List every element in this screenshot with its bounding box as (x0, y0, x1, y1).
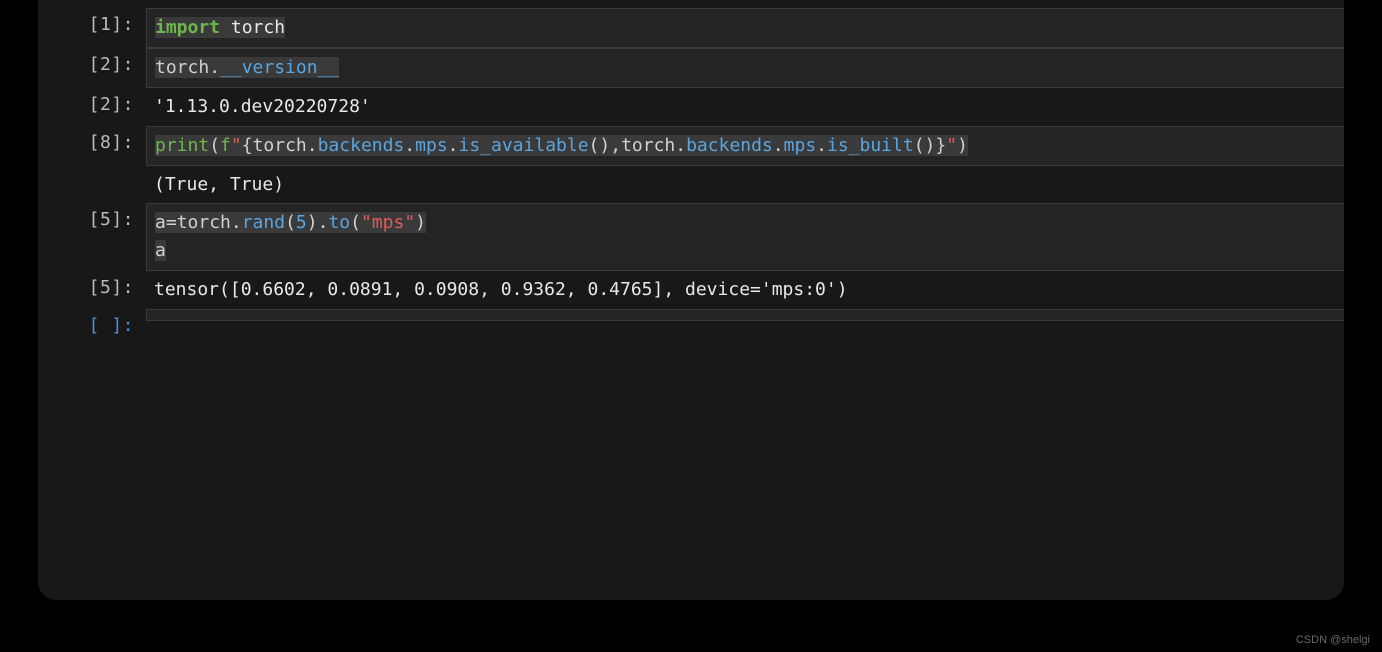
code-token: . (773, 135, 784, 156)
execute-result: tensor([0.6602, 0.0891, 0.0908, 0.9362, … (146, 271, 1344, 309)
code-token: () (914, 135, 936, 156)
code-token: ( (209, 135, 220, 156)
code-token: a (155, 212, 166, 233)
code-cell: [1]: import torch (38, 8, 1344, 48)
code-token: is_built (827, 135, 914, 156)
code-token: f (220, 135, 231, 156)
code-input[interactable] (146, 309, 1344, 321)
code-token: torch (253, 135, 307, 156)
code-token: . (209, 57, 220, 78)
output-cell: [5]:tensor([0.6602, 0.0891, 0.0908, 0.93… (38, 271, 1344, 309)
cell-prompt: [ ]: (38, 309, 146, 336)
watermark-text: CSDN @shelgi (1296, 634, 1370, 646)
code-token: backends (318, 135, 405, 156)
code-token: rand (242, 212, 285, 233)
code-cell: [8]:print(f"{torch.backends.mps.is_avail… (38, 126, 1344, 166)
code-token: } (935, 135, 946, 156)
code-token: = (166, 212, 177, 233)
output-cell: [2]:'1.13.0.dev20220728' (38, 88, 1344, 126)
cell-prompt: [5]: (38, 203, 146, 230)
code-token: ) (415, 212, 426, 233)
code-token: { (242, 135, 253, 156)
cell-prompt: [2]: (38, 48, 146, 75)
code-input[interactable]: print(f"{torch.backends.mps.is_available… (146, 126, 1344, 166)
code-token: (), (589, 135, 622, 156)
cell-prompt: [8]: (38, 126, 146, 153)
code-cell: [2]: torch.__version__ (38, 48, 1344, 88)
cell-prompt (38, 166, 146, 172)
code-token: 5 (296, 212, 307, 233)
code-input[interactable]: import torch (146, 8, 1344, 48)
code-token: ) (957, 135, 968, 156)
code-line[interactable]: a=torch.rand(5).to("mps") (155, 209, 1336, 237)
code-line[interactable]: torch.__version__ (155, 54, 1336, 82)
cell-prompt: [2]: (38, 88, 146, 115)
code-token: import (155, 17, 220, 38)
code-token: to (328, 212, 350, 233)
code-token: mps (415, 135, 448, 156)
code-token: ( (285, 212, 296, 233)
code-token: . (318, 212, 329, 233)
code-token: torch (220, 17, 285, 38)
output-cell: (True, True) (38, 166, 1344, 204)
code-token: mps (784, 135, 817, 156)
code-line[interactable]: import torch (155, 14, 1336, 42)
code-token: . (448, 135, 459, 156)
code-token: ( (350, 212, 361, 233)
code-cell: [5]:a=torch.rand(5).to("mps")a (38, 203, 1344, 271)
code-token: __version__ (220, 57, 339, 78)
code-token: . (816, 135, 827, 156)
code-token: "mps" (361, 212, 415, 233)
code-token: torch (155, 57, 209, 78)
code-input[interactable]: a=torch.rand(5).to("mps")a (146, 203, 1344, 271)
code-token: . (675, 135, 686, 156)
cell-prompt: [1]: (38, 8, 146, 35)
code-token: a (155, 240, 166, 261)
code-cell: [ ]: (38, 309, 1344, 336)
code-token: torch (177, 212, 231, 233)
code-token: is_available (459, 135, 589, 156)
code-token: print (155, 135, 209, 156)
code-token: . (307, 135, 318, 156)
code-token: " (231, 135, 242, 156)
code-token: " (946, 135, 957, 156)
code-token: . (231, 212, 242, 233)
code-token: . (404, 135, 415, 156)
code-token: backends (686, 135, 773, 156)
code-token: torch (621, 135, 675, 156)
code-line[interactable]: a (155, 237, 1336, 265)
code-line[interactable]: print(f"{torch.backends.mps.is_available… (155, 132, 1336, 160)
code-token: ) (307, 212, 318, 233)
execute-result: '1.13.0.dev20220728' (146, 88, 1344, 126)
jupyter-notebook: [1]:import torch[2]:torch.__version__[2]… (38, 0, 1344, 600)
stream-output: (True, True) (146, 166, 1344, 204)
cell-prompt: [5]: (38, 271, 146, 298)
code-input[interactable]: torch.__version__ (146, 48, 1344, 88)
